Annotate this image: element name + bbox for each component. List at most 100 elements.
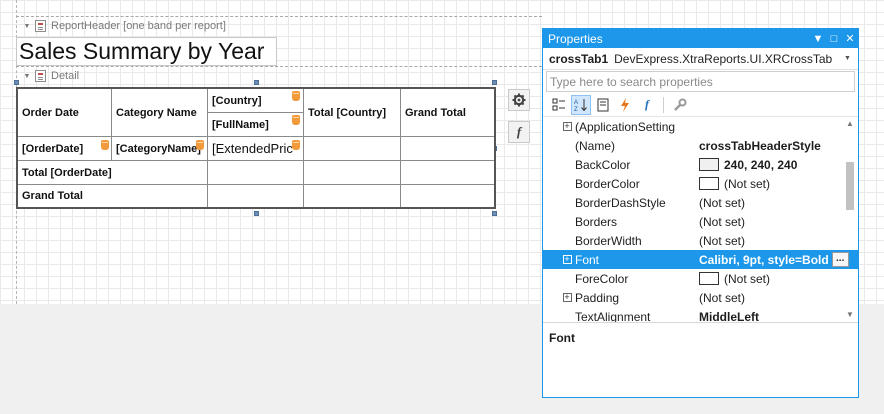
report-header-band-strip[interactable]: ▼ ReportHeader [one band per report]: [16, 16, 546, 36]
property-row[interactable]: BorderWidth (Not set): [543, 231, 858, 250]
object-name: crossTab1: [549, 51, 609, 66]
crosstab-cell-categoryname-field[interactable]: [CategoryName]: [112, 137, 208, 161]
smart-tag-icon[interactable]: [292, 91, 300, 101]
settings-button[interactable]: [508, 89, 530, 111]
crosstab-cell-empty[interactable]: [401, 161, 494, 185]
crosstab-cell-fullname-field[interactable]: [FullName]: [208, 113, 304, 137]
expand-plus-icon[interactable]: +: [562, 293, 572, 302]
property-pages-button[interactable]: [593, 95, 613, 115]
property-value[interactable]: (Not set): [697, 234, 858, 248]
property-value[interactable]: crossTabHeaderStyle: [697, 139, 858, 153]
orderdate-field-text: [OrderDate]: [22, 142, 84, 155]
toolbar-separator: [663, 96, 664, 113]
property-row[interactable]: BorderColor (Not set): [543, 174, 858, 193]
property-row[interactable]: BackColor 240, 240, 240: [543, 155, 858, 174]
close-icon[interactable]: ✕: [842, 32, 858, 45]
smart-tag-icon[interactable]: [101, 140, 109, 150]
color-swatch: [699, 272, 719, 285]
expander[interactable]: +: [560, 122, 574, 131]
object-selector[interactable]: crossTab1 DevExpress.XtraReports.UI.XRCr…: [543, 48, 858, 70]
crosstab-cell-grand-total-header[interactable]: Grand Total: [401, 89, 494, 137]
crosstab-cell-empty[interactable]: [401, 185, 494, 207]
events-button[interactable]: [615, 95, 635, 115]
selection-handle[interactable]: [254, 80, 259, 85]
property-row[interactable]: (Name) crossTabHeaderStyle: [543, 136, 858, 155]
crosstab-cell-grand-total-row[interactable]: Grand Total: [18, 185, 208, 207]
property-row[interactable]: ForeColor (Not set): [543, 269, 858, 288]
categorized-view-button[interactable]: [549, 95, 569, 115]
crosstab-cell-empty[interactable]: [304, 137, 401, 161]
report-title-label[interactable]: Sales Summary by Year: [16, 37, 277, 66]
properties-titlebar[interactable]: Properties ▼ □ ✕: [543, 29, 858, 48]
property-row[interactable]: + Padding (Not set): [543, 288, 858, 307]
smart-tag-icon[interactable]: [292, 140, 300, 150]
crosstab-cell-order-date-header[interactable]: Order Date: [18, 89, 112, 137]
detail-band-strip[interactable]: ▼ Detail: [16, 66, 546, 86]
property-row[interactable]: + (ApplicationSetting: [543, 117, 858, 136]
maximize-icon[interactable]: □: [826, 33, 842, 45]
crosstab-cell-category-header[interactable]: Category Name: [112, 89, 208, 137]
property-value[interactable]: (Not set): [697, 196, 858, 210]
property-value-text: (Not set): [699, 214, 746, 229]
expander[interactable]: +: [560, 293, 574, 302]
wrench-button[interactable]: [670, 95, 690, 115]
property-value[interactable]: (Not set): [697, 272, 858, 286]
property-value[interactable]: (Not set): [697, 177, 858, 191]
property-grid[interactable]: + (ApplicationSetting (Name) crossTabHeader…: [543, 117, 858, 322]
collapse-triangle-icon[interactable]: ▼: [22, 73, 32, 80]
collapse-triangle-icon[interactable]: ▼: [22, 23, 32, 30]
crosstab-cell-empty[interactable]: [208, 185, 304, 207]
crosstab-cell-total-orderdate[interactable]: Total [OrderDate]: [18, 161, 208, 185]
crosstab-cell-empty[interactable]: [304, 185, 401, 207]
wrench-icon: [674, 98, 687, 111]
scroll-down-icon[interactable]: ▼: [843, 308, 857, 322]
property-row[interactable]: + Font Calibri, 9pt, style=Bold...: [543, 250, 858, 269]
expander[interactable]: +: [560, 255, 574, 264]
crosstab-cell-empty[interactable]: [401, 137, 494, 161]
scroll-thumb[interactable]: [846, 162, 854, 210]
selection-handle[interactable]: [492, 80, 497, 85]
selection-handle[interactable]: [254, 211, 259, 216]
property-value[interactable]: (Not set): [697, 291, 858, 305]
expand-plus-icon[interactable]: +: [562, 255, 572, 264]
property-row[interactable]: BorderDashStyle (Not set): [543, 193, 858, 212]
crosstab-cell-country-field[interactable]: [Country]: [208, 89, 304, 113]
property-value-text: Calibri, 9pt, style=Bold: [699, 252, 829, 267]
color-swatch: [699, 177, 719, 190]
selection-handle[interactable]: [492, 211, 497, 216]
property-grid-scrollbar[interactable]: ▲ ▼: [843, 117, 857, 322]
band-icon: [35, 20, 46, 32]
expression-button[interactable]: f: [508, 121, 530, 143]
property-row[interactable]: TextAlignment MiddleLeft: [543, 307, 858, 323]
object-type: DevExpress.XtraReports.UI.XRCrossTab: [614, 51, 833, 66]
smart-tag-icon[interactable]: [292, 115, 300, 125]
dropdown-icon[interactable]: ▼: [810, 33, 826, 45]
property-value-text: MiddleLeft: [699, 309, 759, 323]
crosstab-cell-extended-price-field[interactable]: [ExtendedPric: [208, 137, 304, 161]
smart-tag-icon[interactable]: [196, 140, 204, 150]
alphabetical-view-button[interactable]: A Z: [571, 94, 591, 115]
property-value[interactable]: 240, 240, 240: [697, 158, 858, 172]
property-row[interactable]: Borders (Not set): [543, 212, 858, 231]
selection-handle[interactable]: [14, 80, 19, 85]
crosstab-cell-empty[interactable]: [304, 161, 401, 185]
property-value[interactable]: MiddleLeft: [697, 310, 858, 323]
description-title: Font: [549, 331, 575, 345]
scroll-up-icon[interactable]: ▲: [843, 117, 857, 131]
crosstab-control[interactable]: Order Date Category Name [Country] [Full…: [16, 87, 496, 209]
expand-plus-icon[interactable]: +: [562, 122, 572, 131]
property-search-input[interactable]: Type here to search properties: [546, 71, 855, 92]
svg-text:A: A: [574, 100, 578, 106]
expressions-button[interactable]: f: [637, 95, 657, 115]
crosstab-cell-orderdate-field[interactable]: [OrderDate]: [18, 137, 112, 161]
crosstab-cell-total-country[interactable]: Total [Country]: [304, 89, 401, 137]
properties-title: Properties: [548, 31, 603, 46]
properties-window[interactable]: Properties ▼ □ ✕ crossTab1 DevExpress.Xt…: [542, 28, 859, 398]
property-value[interactable]: (Not set): [697, 215, 858, 229]
property-value-text: (Not set): [699, 290, 746, 305]
property-name: Font: [575, 252, 600, 267]
chevron-down-icon[interactable]: ▼: [844, 55, 858, 62]
property-name: Padding: [575, 290, 620, 305]
crosstab-cell-empty[interactable]: [208, 161, 304, 185]
property-value[interactable]: Calibri, 9pt, style=Bold...: [697, 252, 858, 267]
